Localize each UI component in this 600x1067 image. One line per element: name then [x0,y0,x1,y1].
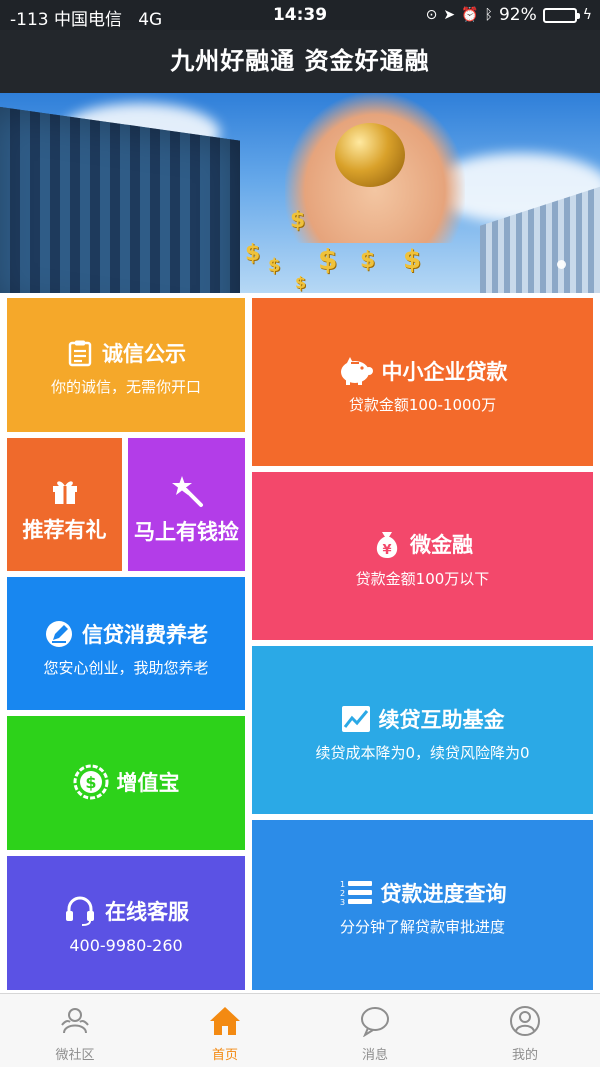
battery-percent: 92% [498,5,537,25]
bottom-tab-bar: 微社区 首页 消息 我的 [0,993,600,1067]
numbered-list-icon: 123 [339,878,373,908]
charging-icon: ϟ [582,7,592,23]
tile-subtitle: 贷款金额100万以下 [355,570,490,588]
tile-title: 推荐有礼 [22,518,107,542]
tile-micro-finance[interactable]: ¥ 微金融 贷款金额100万以下 [252,472,593,640]
tile-title: 马上有钱捡 [134,520,239,544]
trend-chart-icon [341,705,371,733]
dollar-coin-icon: $ [245,241,261,266]
tab-home[interactable]: 首页 [150,994,300,1067]
tab-profile[interactable]: 我的 [450,994,600,1067]
svg-text:$: $ [85,773,96,792]
svg-text:2: 2 [340,889,345,898]
tile-loan-progress[interactable]: 123 贷款进度查询 分分钟了解贷款审批进度 [252,820,593,990]
tile-online-service[interactable]: 在线客服 400-9980-260 [7,856,245,990]
tile-title: 续贷互助基金 [378,708,505,732]
tile-title: 在线客服 [105,900,189,924]
dollar-coin-icon: $ [403,245,422,275]
svg-text:1: 1 [340,880,345,889]
rotation-lock-icon: ⊙ [425,7,438,23]
dollar-coin-icon: $ [318,243,338,276]
pen-circle-icon [44,619,74,649]
svg-text:¥: ¥ [382,543,391,558]
tile-subtitle: 贷款金额100-1000万 [348,396,497,414]
banner-golden-egg-image [335,123,405,187]
profile-icon [508,1004,542,1038]
headset-icon [63,894,97,928]
tile-referral-gift[interactable]: 推荐有礼 [7,438,122,571]
magic-wand-icon [170,474,204,508]
tile-subtitle: 分分钟了解贷款审批进度 [339,918,505,936]
community-icon [58,1004,92,1038]
tab-messages[interactable]: 消息 [300,994,450,1067]
tile-sme-loan[interactable]: 中小企业贷款 贷款金额100-1000万 [252,298,593,466]
status-icons: ⊙ ➤ ⏰ ᛒ 92% ϟ [426,5,592,25]
home-icon [208,1004,242,1038]
tile-instant-money[interactable]: 马上有钱捡 [128,438,245,571]
svg-text:3: 3 [340,898,345,907]
tab-community[interactable]: 微社区 [0,994,150,1067]
tab-label: 消息 [361,1048,388,1063]
dollar-coin-icon: $ [290,208,306,233]
battery-icon [542,7,580,23]
page-title: 九州好融通 资金好通融 [170,47,430,75]
bluetooth-icon: ᛒ [484,7,493,23]
tile-title: 信贷消费养老 [82,623,208,647]
status-bar: -113 中国电信 4G 14:39 ⊙ ➤ ⏰ ᛒ 92% ϟ [0,0,600,30]
tile-subtitle: 你的诚信，无需你开口 [50,378,201,396]
tile-subtitle: 您安心创业，我助您养老 [43,659,209,677]
location-icon: ➤ [443,7,456,23]
gift-icon [50,476,80,506]
tile-subtitle: 续贷成本降为0，续贷风险降为0 [315,744,530,762]
piggy-bank-icon [338,356,374,386]
dollar-coin-icon: $ [268,255,281,276]
tile-title: 诚信公示 [102,342,186,366]
dollar-coin-icon: $ [360,248,376,273]
service-phone-number[interactable]: 400-9980-260 [7,936,245,955]
dollar-badge-icon: $ [73,764,109,800]
alarm-icon: ⏰ [461,7,479,23]
tile-title: 微金融 [410,533,473,557]
money-bag-icon: ¥ [372,528,402,560]
carousel-indicator[interactable] [557,260,566,269]
message-icon [358,1004,392,1038]
tile-value-added-treasure[interactable]: $ 增值宝 [7,716,245,850]
tile-integrity-notice[interactable]: 诚信公示 你的诚信，无需你开口 [7,298,245,432]
tile-credit-pension[interactable]: 信贷消费养老 您安心创业，我助您养老 [7,577,245,710]
tile-title: 贷款进度查询 [380,882,507,906]
tab-label: 首页 [211,1048,238,1063]
tile-title: 中小企业贷款 [381,360,508,384]
tile-title: 增值宝 [116,771,180,795]
banner-carousel[interactable]: $ $ $ $ $ $ $ [0,93,600,293]
clipboard-icon [66,339,94,367]
tab-label: 我的 [511,1048,538,1063]
dollar-coin-icon: $ [295,273,307,292]
app-header: 九州好融通 资金好通融 [0,30,600,93]
tab-label: 微社区 [55,1048,95,1063]
tile-renewal-fund[interactable]: 续贷互助基金 续贷成本降为0，续贷风险降为0 [252,646,593,814]
